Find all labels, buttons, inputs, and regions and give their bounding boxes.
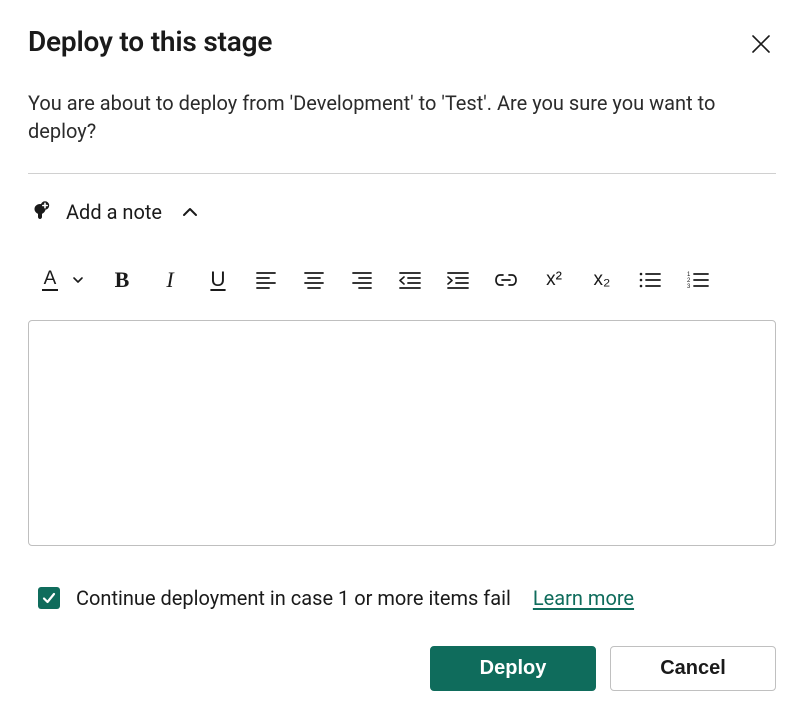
numbered-list-button[interactable]: 1 2 3 [686, 268, 710, 292]
subscript-button[interactable]: x₂ [590, 268, 614, 292]
font-color-icon: A [42, 269, 58, 292]
underline-button[interactable]: U [206, 268, 230, 292]
dialog-description: You are about to deploy from 'Developmen… [28, 89, 763, 145]
cancel-button[interactable]: Cancel [610, 646, 776, 691]
superscript-button[interactable]: x² [542, 268, 566, 292]
note-icon [28, 200, 52, 224]
check-icon [42, 591, 56, 605]
superscript-icon: x² [546, 269, 562, 291]
align-right-icon [352, 271, 372, 289]
chevron-down-icon [72, 274, 84, 286]
align-center-icon [304, 271, 324, 289]
svg-text:3: 3 [687, 284, 691, 289]
font-color-button[interactable]: A [38, 268, 62, 292]
link-button[interactable] [494, 268, 518, 292]
align-left-button[interactable] [254, 268, 278, 292]
align-right-button[interactable] [350, 268, 374, 292]
dialog-header: Deploy to this stage [28, 25, 776, 59]
indent-button[interactable] [446, 268, 470, 292]
underline-icon: U [210, 268, 225, 292]
font-color-dropdown[interactable] [70, 268, 86, 292]
numbered-list-icon: 1 2 3 [687, 271, 709, 289]
indent-icon [447, 271, 469, 289]
chevron-up-icon[interactable] [180, 202, 200, 222]
divider [28, 173, 776, 174]
bold-icon: B [115, 267, 130, 293]
align-center-button[interactable] [302, 268, 326, 292]
deploy-button[interactable]: Deploy [430, 646, 596, 691]
rich-text-toolbar: A B I U [28, 268, 776, 292]
align-left-icon [256, 271, 276, 289]
bold-button[interactable]: B [110, 268, 134, 292]
italic-button[interactable]: I [158, 268, 182, 292]
outdent-button[interactable] [398, 268, 422, 292]
close-button[interactable] [746, 29, 776, 59]
link-icon [495, 273, 517, 287]
note-label: Add a note [66, 200, 162, 224]
bullet-list-icon [639, 271, 661, 289]
continue-on-fail-row: Continue deployment in case 1 or more it… [28, 586, 776, 610]
note-section-header[interactable]: Add a note [28, 200, 776, 224]
close-icon [752, 35, 770, 53]
learn-more-link[interactable]: Learn more [533, 586, 634, 610]
continue-on-fail-label: Continue deployment in case 1 or more it… [76, 586, 511, 610]
dialog-title: Deploy to this stage [28, 25, 272, 58]
outdent-icon [399, 271, 421, 289]
note-textarea[interactable] [28, 320, 776, 546]
continue-on-fail-checkbox[interactable] [38, 587, 60, 609]
dialog-footer: Deploy Cancel [28, 646, 776, 691]
italic-icon: I [166, 267, 173, 293]
subscript-icon: x₂ [594, 269, 611, 291]
bullet-list-button[interactable] [638, 268, 662, 292]
